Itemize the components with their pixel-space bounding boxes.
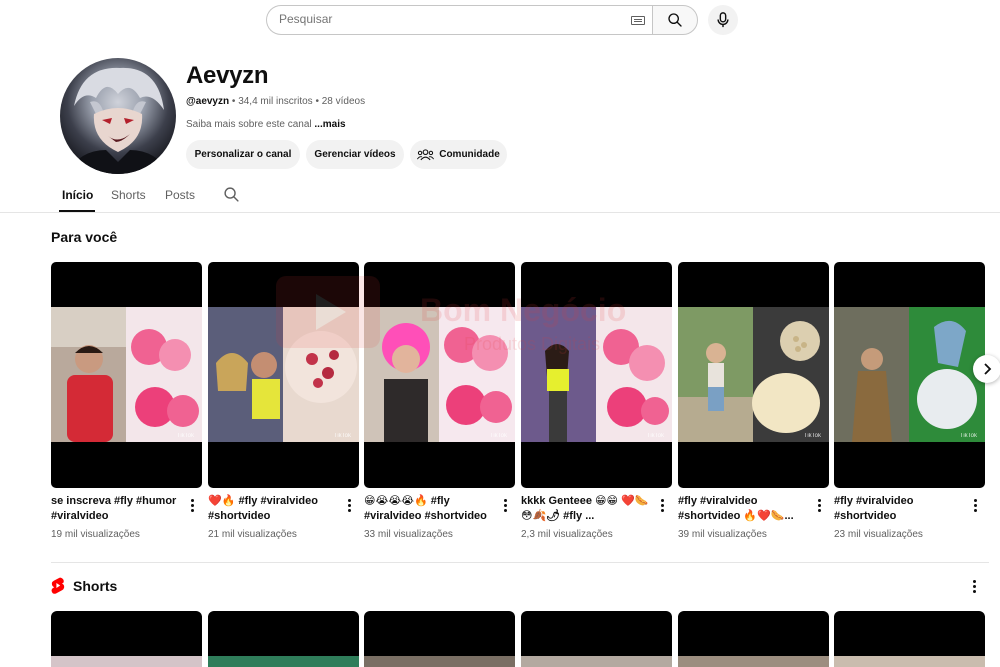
short-thumbnail[interactable]	[364, 611, 515, 667]
tiktok-label: TikTok	[489, 433, 507, 439]
channel-avatar[interactable]	[60, 58, 176, 174]
video-title[interactable]: se inscreva #fly #humor #viralvideo	[51, 494, 179, 524]
tiktok-label: TikTok	[646, 433, 664, 439]
more-options-icon[interactable]	[187, 497, 197, 513]
video-title[interactable]: #fly #viralvideo #shortvideo	[834, 494, 962, 524]
description-text: Saiba mais sobre este canal	[186, 119, 312, 130]
thumbnail-frame	[678, 307, 829, 442]
manage-videos-button[interactable]: Gerenciar vídeos	[306, 140, 404, 169]
tab-shorts[interactable]: Shorts	[111, 188, 146, 202]
video-card[interactable]: TikTok 😁😭😭😭🔥 #fly #viralvideo #shortvide…	[364, 262, 515, 540]
channel-description[interactable]: Saiba mais sobre este canal ...mais	[186, 119, 346, 130]
more-options-icon[interactable]	[500, 497, 510, 513]
short-thumbnail[interactable]	[208, 611, 359, 667]
tiktok-label: TikTok	[959, 433, 977, 439]
search-button[interactable]	[652, 5, 698, 35]
short-thumbnail[interactable]	[834, 611, 985, 667]
view-count: 19 mil visualizações	[51, 529, 140, 540]
video-title[interactable]: 😁😭😭😭🔥 #fly #viralvideo #shortvideo	[364, 494, 492, 524]
video-thumbnail[interactable]: TikTok	[521, 262, 672, 488]
section-divider	[51, 562, 989, 563]
avatar-illustration	[66, 67, 170, 174]
tiktok-label: TikTok	[176, 433, 194, 439]
thumbnail-frame	[364, 307, 515, 442]
active-tab-indicator	[59, 210, 95, 212]
channel-handle: @aevyzn	[186, 96, 230, 107]
tab-posts[interactable]: Posts	[165, 188, 195, 202]
video-count: 28 vídeos	[321, 96, 366, 107]
community-label: Comunidade	[439, 149, 500, 160]
view-count: 21 mil visualizações	[208, 529, 297, 540]
manage-label: Gerenciar vídeos	[314, 149, 396, 160]
more-options-icon[interactable]	[973, 580, 976, 593]
channel-meta: @aevyzn • 34,4 mil inscritos • 28 vídeos	[186, 96, 365, 107]
short-frame	[51, 656, 202, 667]
video-card[interactable]: TikTok #fly #viralvideo #shortvideo 🔥❤️🌭…	[678, 262, 829, 540]
meta-separator: •	[231, 96, 236, 107]
customize-label: Personalizar o canal	[194, 149, 292, 160]
search-box[interactable]	[266, 5, 653, 35]
video-card[interactable]: TikTok ❤️🔥 #fly #viralvideo #shortvideo …	[208, 262, 359, 540]
video-thumbnail[interactable]: TikTok	[364, 262, 515, 488]
video-thumbnail[interactable]: TikTok	[678, 262, 829, 488]
video-thumbnail[interactable]: TikTok	[834, 262, 985, 488]
section-title-for-you: Para você	[51, 229, 118, 245]
community-icon	[417, 149, 435, 161]
video-card[interactable]: TikTok #fly #viralvideo #shortvideo 23 m…	[834, 262, 985, 540]
short-frame	[208, 656, 359, 667]
video-title[interactable]: #fly #viralvideo #shortvideo 🔥❤️🌭...	[678, 494, 806, 524]
video-thumbnail[interactable]: TikTok	[51, 262, 202, 488]
short-frame	[834, 656, 985, 667]
search-icon	[668, 13, 682, 27]
video-card[interactable]: TikTok se inscreva #fly #humor #viralvid…	[51, 262, 202, 540]
more-options-icon[interactable]	[657, 497, 667, 513]
more-link[interactable]: ...mais	[314, 119, 345, 130]
short-thumbnail[interactable]	[51, 611, 202, 667]
voice-search-button[interactable]	[708, 5, 738, 35]
short-frame	[521, 656, 672, 667]
video-title[interactable]: kkkk Genteee 😁😁 ❤️🌭😳🍂🌶 #fly ...	[521, 494, 649, 524]
chevron-right-icon	[984, 363, 992, 375]
video-title[interactable]: ❤️🔥 #fly #viralvideo #shortvideo	[208, 494, 336, 524]
channel-name: Aevyzn	[186, 62, 269, 89]
top-bar	[0, 0, 1000, 40]
tiktok-label: TikTok	[803, 433, 821, 439]
view-count: 33 mil visualizações	[364, 529, 453, 540]
view-count: 39 mil visualizações	[678, 529, 767, 540]
thumbnail-frame	[208, 307, 359, 442]
short-thumbnail[interactable]	[678, 611, 829, 667]
short-thumbnail[interactable]	[521, 611, 672, 667]
search-icon	[224, 187, 239, 202]
microphone-icon	[717, 12, 729, 28]
more-options-icon[interactable]	[344, 497, 354, 513]
shorts-icon	[51, 577, 65, 594]
video-card[interactable]: TikTok kkkk Genteee 😁😁 ❤️🌭😳🍂🌶 #fly ... 2…	[521, 262, 672, 540]
channel-tabs: Início Shorts Posts	[0, 180, 1000, 213]
view-count: 23 mil visualizações	[834, 529, 923, 540]
short-frame	[678, 656, 829, 667]
subscriber-count: 34,4 mil inscritos	[238, 96, 313, 107]
more-options-icon[interactable]	[970, 497, 980, 513]
video-thumbnail[interactable]: TikTok	[208, 262, 359, 488]
search-input[interactable]	[279, 12, 619, 26]
carousel-next-button[interactable]	[973, 355, 1000, 383]
section-title-shorts: Shorts	[73, 577, 118, 594]
more-options-icon[interactable]	[814, 497, 824, 513]
thumbnail-frame	[834, 307, 985, 442]
tab-home[interactable]: Início	[62, 188, 93, 202]
customize-channel-button[interactable]: Personalizar o canal	[186, 140, 300, 169]
tiktok-label: TikTok	[333, 433, 351, 439]
thumbnail-frame	[51, 307, 202, 442]
channel-search-button[interactable]	[223, 186, 240, 208]
thumbnail-frame	[521, 307, 672, 442]
keyboard-icon[interactable]	[631, 16, 645, 25]
community-button[interactable]: Comunidade	[410, 140, 507, 169]
short-frame	[364, 656, 515, 667]
meta-separator: •	[315, 96, 319, 107]
view-count: 2,3 mil visualizações	[521, 529, 613, 540]
shorts-header: Shorts	[51, 577, 117, 594]
